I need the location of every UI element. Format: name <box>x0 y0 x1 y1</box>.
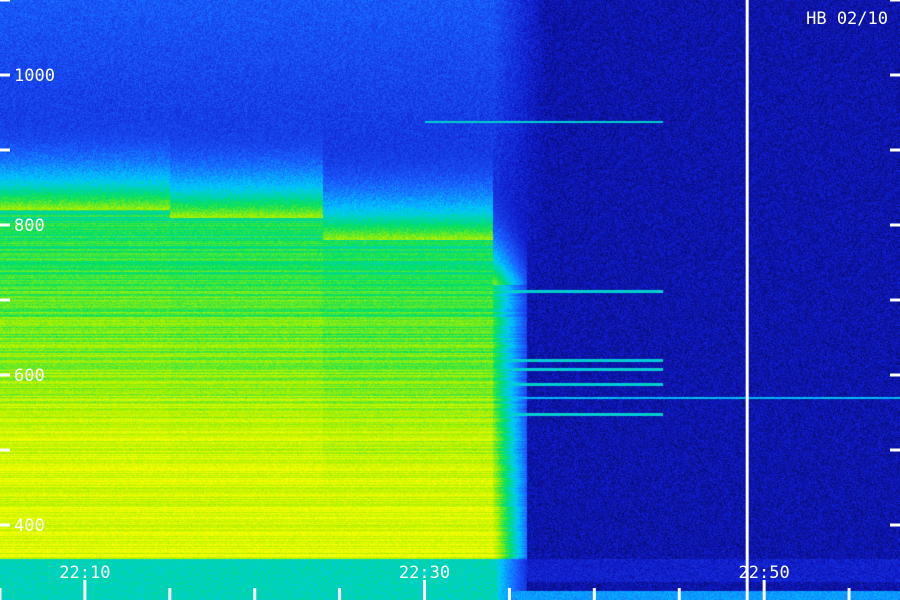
chart-title: HB 02/10 <box>806 9 888 29</box>
y-tick-label: 400 <box>14 516 45 536</box>
x-tick-label: 22:50 <box>739 563 790 583</box>
x-tick-label: 22:10 <box>59 563 110 583</box>
spectrogram-chart: 400 600 800 1000 22:10 22:30 22:50 HB 02/10 <box>0 0 900 600</box>
x-tick-label: 22:30 <box>399 563 450 583</box>
y-tick-label: 1000 <box>14 66 55 86</box>
chart-overlay: 400 600 800 1000 22:10 22:30 22:50 HB 02/10 <box>0 0 900 600</box>
y-tick-label: 800 <box>14 216 45 236</box>
y-axis: 400 600 800 1000 <box>0 0 900 536</box>
x-axis: 22:10 22:30 22:50 <box>0 563 851 600</box>
y-tick-label: 600 <box>14 366 45 386</box>
